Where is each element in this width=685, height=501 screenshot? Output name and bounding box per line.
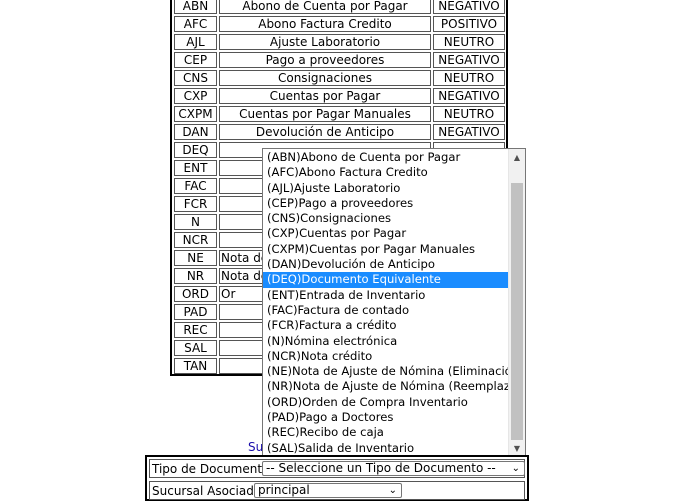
doc-code-cell: AFC	[174, 16, 217, 32]
doc-code-cell: FCR	[174, 196, 217, 212]
doc-description-cell: Abono de Cuenta por Pagar	[219, 0, 431, 14]
sucursal-select[interactable]: principal ⌄	[254, 483, 402, 498]
dropdown-option[interactable]: (ABN)Abono de Cuenta por Pagar	[263, 150, 508, 165]
dropdown-option[interactable]: (FAC)Factura de contado	[263, 303, 508, 318]
dropdown-option[interactable]: (NR)Nota de Ajuste de Nómina (Reemplazo)	[263, 379, 508, 394]
tipo-documento-select[interactable]: -- Seleccione un Tipo de Documento -- ⌄	[262, 461, 525, 476]
doc-description-cell: Cuentas por Pagar	[219, 88, 431, 104]
chevron-down-icon: ⌄	[511, 463, 520, 474]
scroll-up-icon[interactable]: ▲	[509, 149, 525, 166]
doc-code-cell: CEP	[174, 52, 217, 68]
dropdown-option[interactable]: (AFC)Abono Factura Credito	[263, 165, 508, 180]
doc-code-cell: TAN	[174, 358, 217, 374]
doc-code-cell: FAC	[174, 178, 217, 194]
doc-code-cell: AJL	[174, 34, 217, 50]
table-row: ABN Abono de Cuenta por Pagar NEGATIVO	[172, 0, 506, 14]
dropdown-option[interactable]: (CXPM)Cuentas por Pagar Manuales	[263, 242, 508, 257]
dropdown-options: (ABN)Abono de Cuenta por Pagar (AFC)Abono…	[263, 150, 508, 456]
tipo-documento-label: Tipo de Documento:	[152, 462, 274, 476]
doc-code-cell: PAD	[174, 304, 217, 320]
table-row: CNS Consignaciones NEUTRO	[172, 70, 506, 86]
table-row: AFC Abono Factura Credito POSITIVO	[172, 16, 506, 32]
dropdown-option[interactable]: (PAD)Pago a Doctores	[263, 410, 508, 425]
dropdown-option[interactable]: (NE)Nota de Ajuste de Nómina (Eliminació…	[263, 364, 508, 379]
doc-tipo-cell: NEGATIVO	[433, 88, 505, 104]
chevron-down-icon: ⌄	[388, 485, 397, 496]
scroll-thumb[interactable]	[511, 183, 523, 440]
doc-description-cell: Pago a proveedores	[219, 52, 431, 68]
doc-tipo-cell: NEUTRO	[433, 106, 505, 122]
dropdown-option[interactable]: (CNS)Consignaciones	[263, 211, 508, 226]
dropdown-option[interactable]: (REC)Recibo de caja	[263, 425, 508, 440]
dropdown-option[interactable]: (NCR)Nota crédito	[263, 349, 508, 364]
doc-description-cell: Ajuste Laboratorio	[219, 34, 431, 50]
dropdown-option[interactable]: (DEQ)Documento Equivalente	[263, 272, 508, 288]
table-row: CEP Pago a proveedores NEGATIVO	[172, 52, 506, 68]
dropdown-option[interactable]: (DAN)Devolución de Anticipo	[263, 257, 508, 272]
doc-code-cell: NR	[174, 268, 217, 284]
doc-code-cell: DEQ	[174, 142, 217, 158]
form-box: Tipo de Documento: -- Seleccione un Tipo…	[145, 455, 529, 501]
sucursal-label: Sucursal Asociado:	[152, 484, 266, 498]
document-type-dropdown-list[interactable]: (ABN)Abono de Cuenta por Pagar (AFC)Abono…	[262, 148, 526, 458]
doc-tipo-cell: POSITIVO	[433, 16, 505, 32]
doc-description-cell: Consignaciones	[219, 70, 431, 86]
dropdown-option[interactable]: (AJL)Ajuste Laboratorio	[263, 181, 508, 196]
doc-tipo-cell: NEUTRO	[433, 34, 505, 50]
doc-code-cell: SAL	[174, 340, 217, 356]
doc-code-cell: DAN	[174, 124, 217, 140]
doc-tipo-cell: NEGATIVO	[433, 0, 505, 14]
dropdown-option[interactable]: (ENT)Entrada de Inventario	[263, 288, 508, 303]
doc-code-cell: CXPM	[174, 106, 217, 122]
table-row: CXPM Cuentas por Pagar Manuales NEUTRO	[172, 106, 506, 122]
doc-tipo-cell: NEUTRO	[433, 70, 505, 86]
doc-tipo-cell: NEGATIVO	[433, 124, 505, 140]
dropdown-option[interactable]: (CEP)Pago a proveedores	[263, 196, 508, 211]
doc-code-cell: ORD	[174, 286, 217, 302]
doc-code-cell: ENT	[174, 160, 217, 176]
dropdown-option[interactable]: (CXP)Cuentas por Pagar	[263, 226, 508, 241]
doc-code-cell: ABN	[174, 0, 217, 14]
doc-code-cell: CNS	[174, 70, 217, 86]
table-row: CXP Cuentas por Pagar NEGATIVO	[172, 88, 506, 104]
doc-description-cell: Abono Factura Credito	[219, 16, 431, 32]
dropdown-option[interactable]: (FCR)Factura a crédito	[263, 318, 508, 333]
doc-description-cell: Cuentas por Pagar Manuales	[219, 106, 431, 122]
doc-code-cell: NCR	[174, 232, 217, 248]
sucursal-value: principal	[258, 483, 310, 497]
doc-tipo-cell: NEGATIVO	[433, 52, 505, 68]
sucursal-link[interactable]: Su	[248, 440, 263, 454]
table-row: AJL Ajuste Laboratorio NEUTRO	[172, 34, 506, 50]
doc-code-cell: NE	[174, 250, 217, 266]
tipo-documento-row: Tipo de Documento: -- Seleccione un Tipo…	[149, 459, 525, 478]
dropdown-option[interactable]: (ORD)Orden de Compra Inventario	[263, 395, 508, 410]
doc-description-cell: Devolución de Anticipo	[219, 124, 431, 140]
table-row: DAN Devolución de Anticipo NEGATIVO	[172, 124, 506, 140]
dropdown-option[interactable]: (N)Nómina electrónica	[263, 334, 508, 349]
doc-code-cell: REC	[174, 322, 217, 338]
doc-code-cell: N	[174, 214, 217, 230]
tipo-documento-value: -- Seleccione un Tipo de Documento --	[266, 461, 496, 475]
dropdown-option[interactable]: (SAL)Salida de Inventario	[263, 441, 508, 456]
sucursal-row: Sucursal Asociado: principal ⌄	[149, 481, 525, 500]
doc-code-cell: CXP	[174, 88, 217, 104]
dropdown-scrollbar[interactable]: ▲ ▼	[508, 149, 525, 457]
